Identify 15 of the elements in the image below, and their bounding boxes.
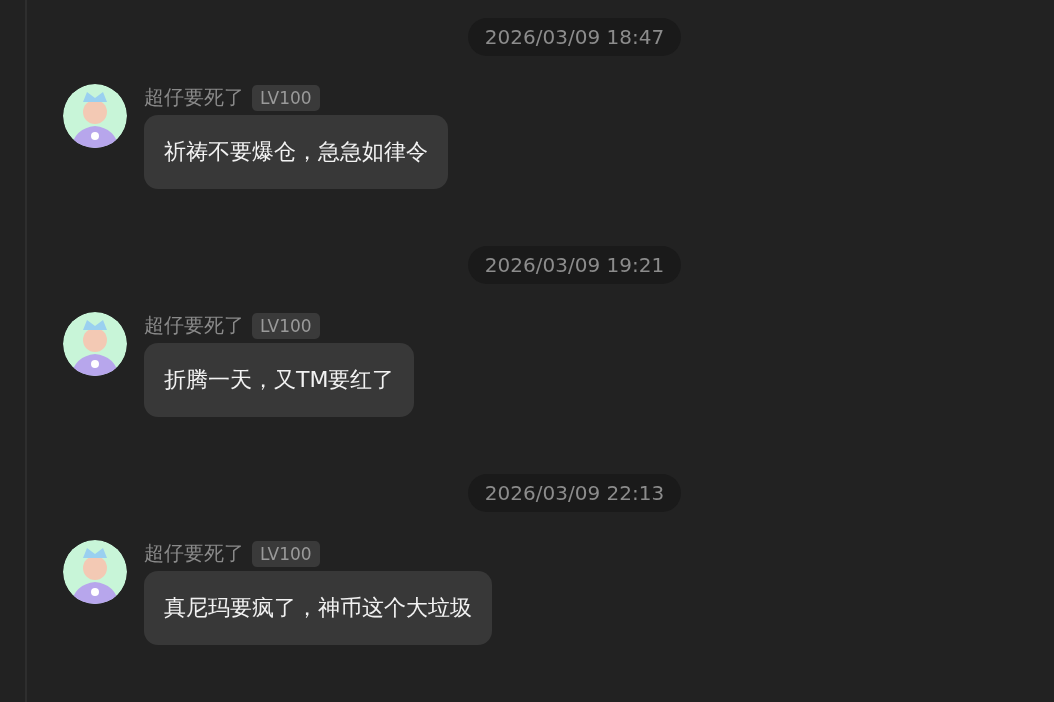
sender-name: 超仔要死了 bbox=[144, 540, 244, 567]
avatar bbox=[63, 312, 127, 376]
message-bubble: 折腾一天，又TM要红了 bbox=[144, 343, 415, 417]
level-badge: LV100 bbox=[252, 540, 320, 567]
message-bubble: 祈祷不要爆仓，急急如律令 bbox=[144, 115, 448, 189]
timestamp: 2026/03/09 18:47 bbox=[467, 18, 682, 56]
sender-name: 超仔要死了 bbox=[144, 312, 244, 339]
timestamp: 2026/03/09 22:13 bbox=[467, 474, 682, 512]
level-badge: LV100 bbox=[252, 312, 320, 339]
sender-name: 超仔要死了 bbox=[144, 84, 244, 111]
timestamp: 2026/03/09 19:21 bbox=[467, 246, 682, 284]
message-bubble: 真尼玛要疯了，神币这个大垃圾 bbox=[144, 571, 492, 645]
avatar bbox=[63, 84, 127, 148]
level-badge: LV100 bbox=[252, 84, 320, 111]
avatar bbox=[63, 540, 127, 604]
